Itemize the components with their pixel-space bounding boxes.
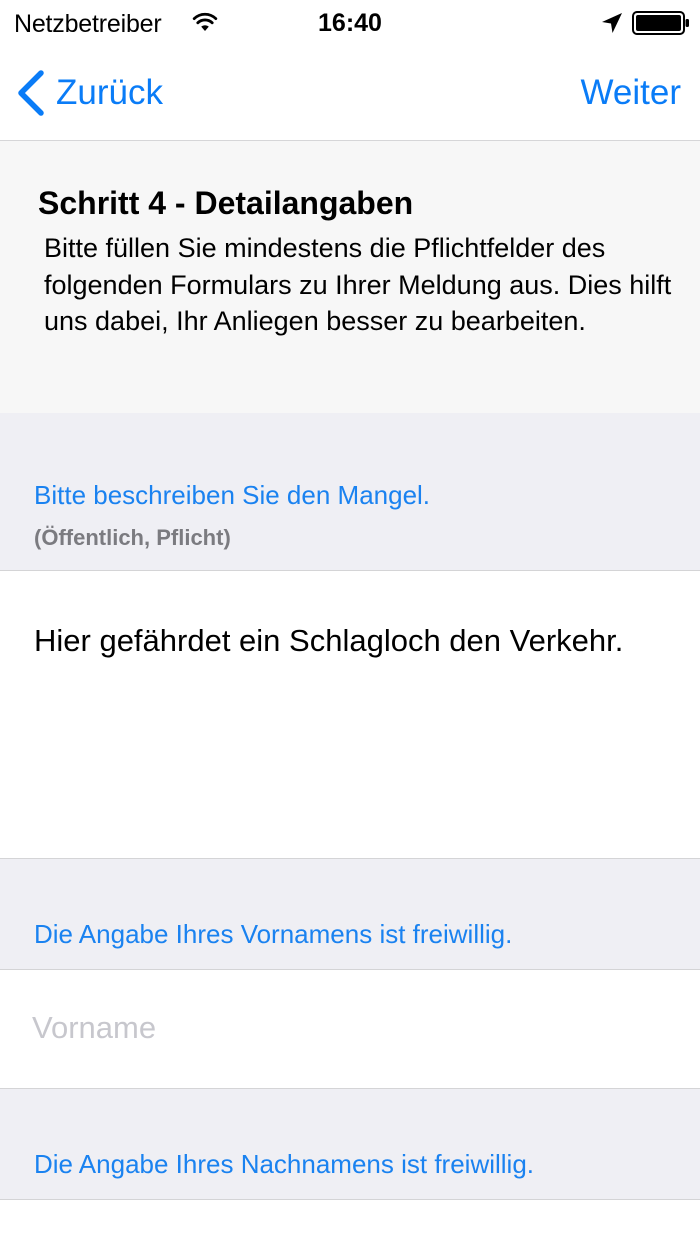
first-name-section-header: Die Angabe Ihres Vornamens ist freiwilli… [0, 859, 700, 969]
chevron-left-icon [18, 70, 44, 116]
first-name-input[interactable] [32, 998, 672, 1058]
status-bar: Netzbetreiber 16:40 [0, 0, 700, 46]
location-arrow-icon [602, 13, 622, 33]
first-name-hint: Die Angabe Ihres Vornamens ist freiwilli… [34, 919, 513, 949]
last-name-hint: Die Angabe Ihres Nachnamens ist freiwill… [34, 1149, 535, 1179]
description-hint: Bitte beschreiben Sie den Mangel. [34, 480, 431, 510]
step-description: Bitte füllen Sie mindestens die Pflichtf… [44, 233, 672, 336]
last-name-cell[interactable] [0, 1199, 700, 1259]
description-section-header: Bitte beschreiben Sie den Mangel. (Öffen… [0, 413, 700, 570]
navigation-bar: Zurück Weiter [0, 46, 700, 141]
description-requirement: (Öffentlich, Pflicht) [34, 525, 231, 550]
battery-icon [632, 11, 689, 35]
back-button-label: Zurück [56, 73, 163, 112]
first-name-cell [0, 969, 700, 1089]
last-name-section-header: Die Angabe Ihres Nachnamens ist freiwill… [0, 1089, 700, 1199]
next-button[interactable]: Weiter [581, 68, 682, 118]
next-button-label: Weiter [580, 73, 682, 112]
description-textarea[interactable]: Hier gefährdet ein Schlagloch den Verkeh… [0, 570, 700, 859]
back-button[interactable]: Zurück [16, 68, 163, 118]
status-time: 16:40 [318, 9, 382, 37]
description-text: Hier gefährdet ein Schlagloch den Verkeh… [34, 623, 624, 658]
step-header: Schritt 4 - Detailangaben Bitte füllen S… [0, 141, 700, 413]
page-title: Schritt 4 - Detailangaben [38, 185, 414, 221]
